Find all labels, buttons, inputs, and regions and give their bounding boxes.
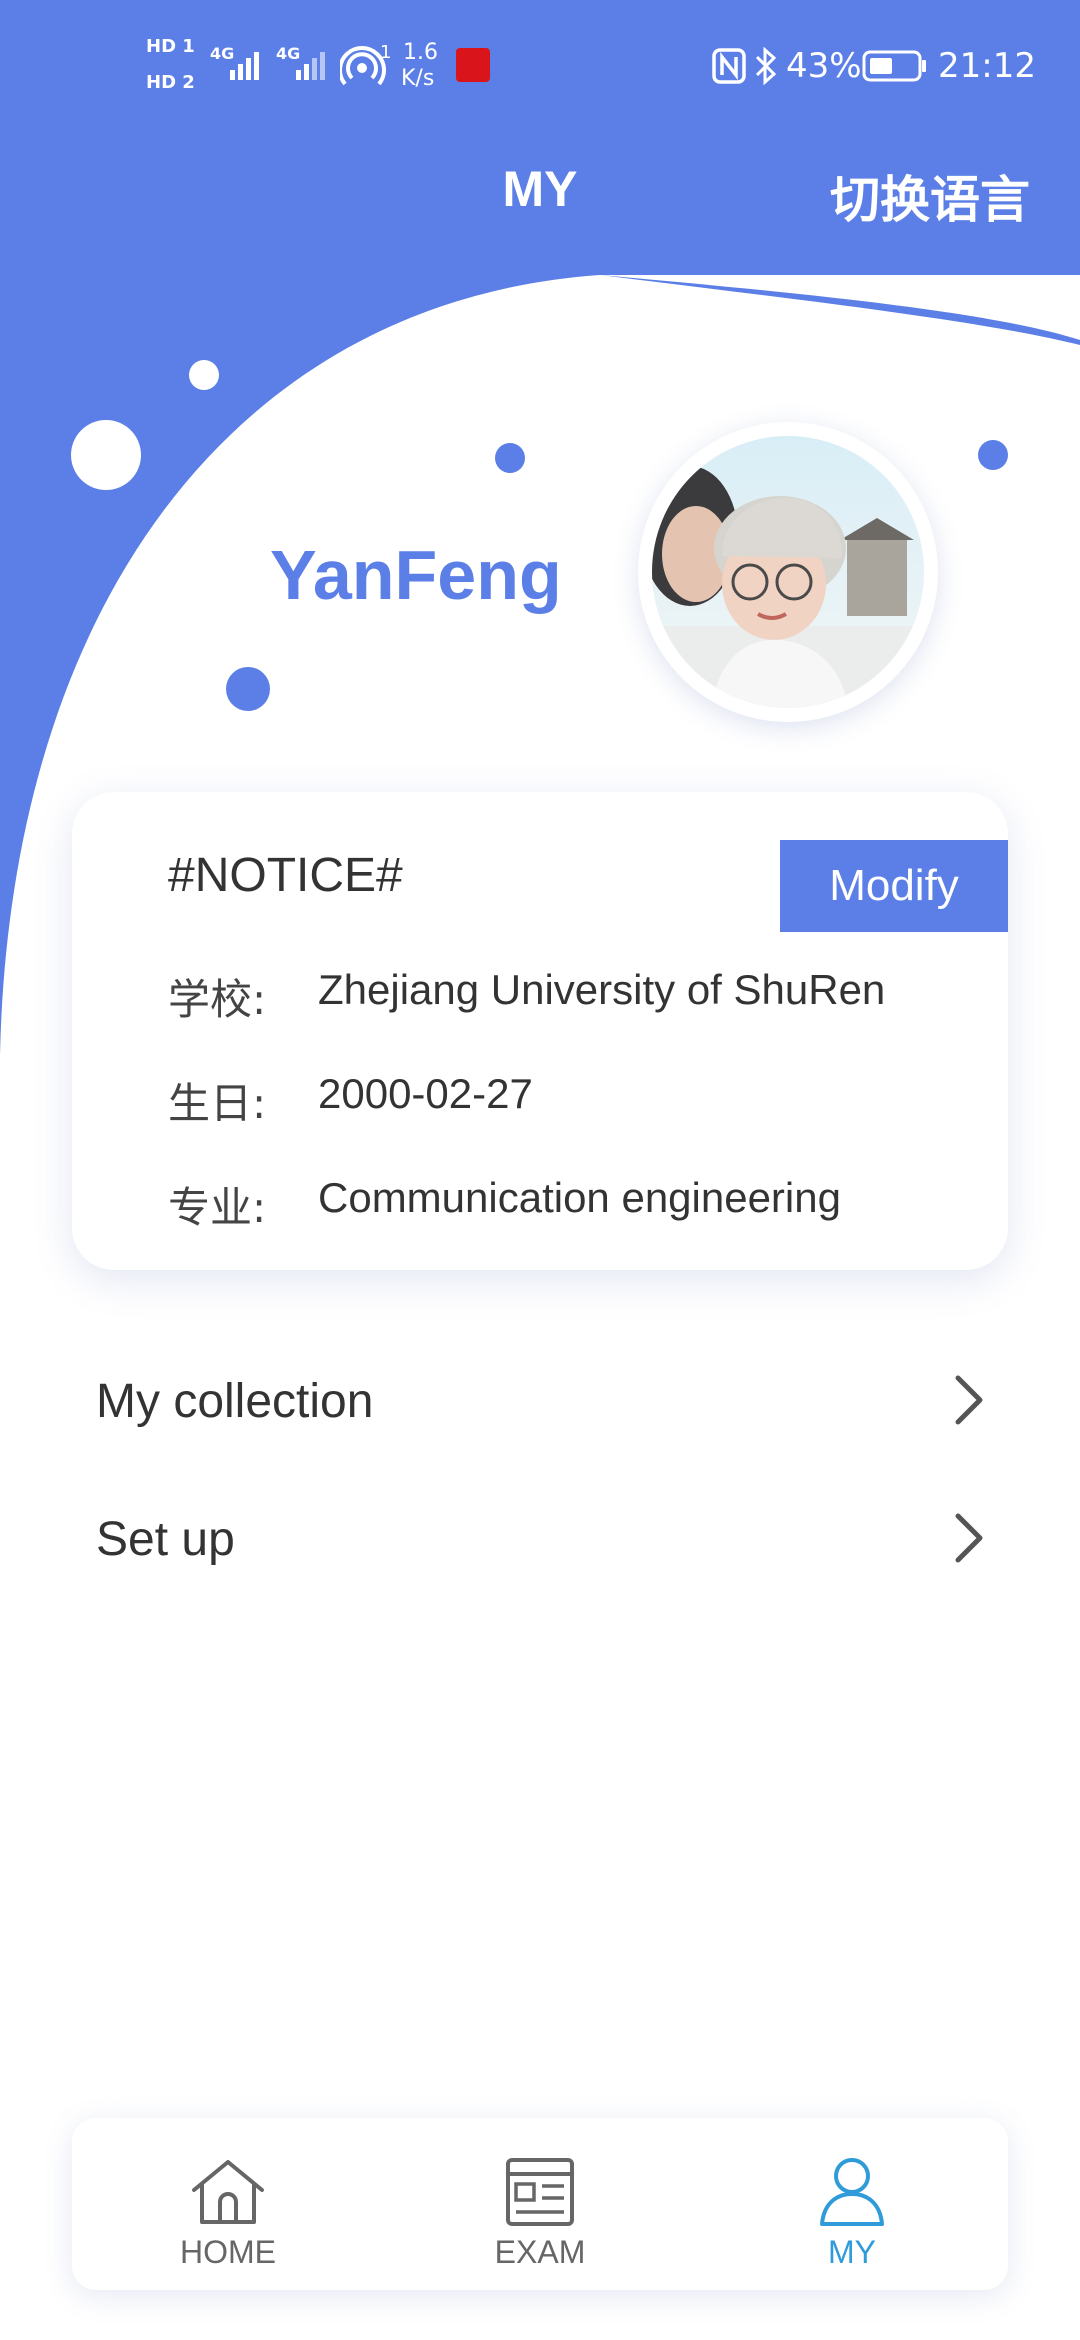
major-value: Communication engineering: [318, 1174, 841, 1221]
clock: 21:12: [938, 46, 1036, 86]
hotspot-count: 1: [380, 42, 392, 63]
menu-item-set-up[interactable]: Set up: [0, 1480, 1080, 1600]
birthday-label: 生日:: [168, 1079, 267, 1128]
school-value: Zhejiang University of ShuRen: [318, 966, 886, 1013]
sim2-tag: HD 2: [146, 72, 195, 93]
decor-dot: [495, 443, 525, 473]
home-icon: [192, 2160, 264, 2224]
menu-item-my-collection[interactable]: My collection: [0, 1342, 1080, 1462]
battery-percent: 43%: [786, 46, 862, 86]
decor-dot: [226, 667, 270, 711]
chevron-right-icon: [955, 1513, 983, 1563]
bluetooth-icon: [755, 46, 777, 86]
school-label: 学校:: [168, 975, 267, 1024]
username: YanFeng: [270, 536, 562, 614]
decor-dot: [71, 420, 141, 490]
bottom-nav: HOME EXAM MY: [72, 2118, 1008, 2290]
nav-label: HOME: [180, 2234, 276, 2270]
menu-item-label: Set up: [96, 1513, 235, 1566]
decor-dot: [978, 440, 1008, 470]
status-bar: HD 1 HD 2 4G 4G 1 1.6 K/s 43% 21:12: [0, 0, 1080, 130]
menu-item-label: My collection: [96, 1375, 374, 1428]
signal-icon: [230, 52, 259, 80]
user-icon: [820, 2158, 884, 2226]
decor-dot: [189, 360, 219, 390]
nav-item-exam[interactable]: EXAM: [384, 2118, 696, 2290]
nav-item-my[interactable]: MY: [696, 2118, 1008, 2290]
avatar[interactable]: [652, 436, 924, 708]
language-switch-button[interactable]: 切换语言: [830, 160, 1030, 232]
network-speed-value: 1.6: [403, 40, 438, 65]
modify-button[interactable]: Modify: [780, 840, 1008, 932]
birthday-value: 2000-02-27: [318, 1070, 533, 1117]
signal-icon: [296, 52, 325, 80]
network-speed-unit: K/s: [401, 66, 435, 91]
battery-icon: [862, 50, 926, 82]
major-label: 专业:: [168, 1183, 267, 1232]
nfc-icon: [712, 48, 746, 84]
notice-title: #NOTICE#: [168, 849, 403, 902]
nav-item-home[interactable]: HOME: [72, 2118, 384, 2290]
nav-label: MY: [828, 2234, 876, 2270]
chevron-right-icon: [955, 1375, 983, 1425]
sim1-tag: HD 1: [146, 36, 195, 57]
app-notification-icon: [456, 48, 490, 82]
exam-icon: [506, 2158, 574, 2226]
nav-label: EXAM: [494, 2234, 586, 2270]
